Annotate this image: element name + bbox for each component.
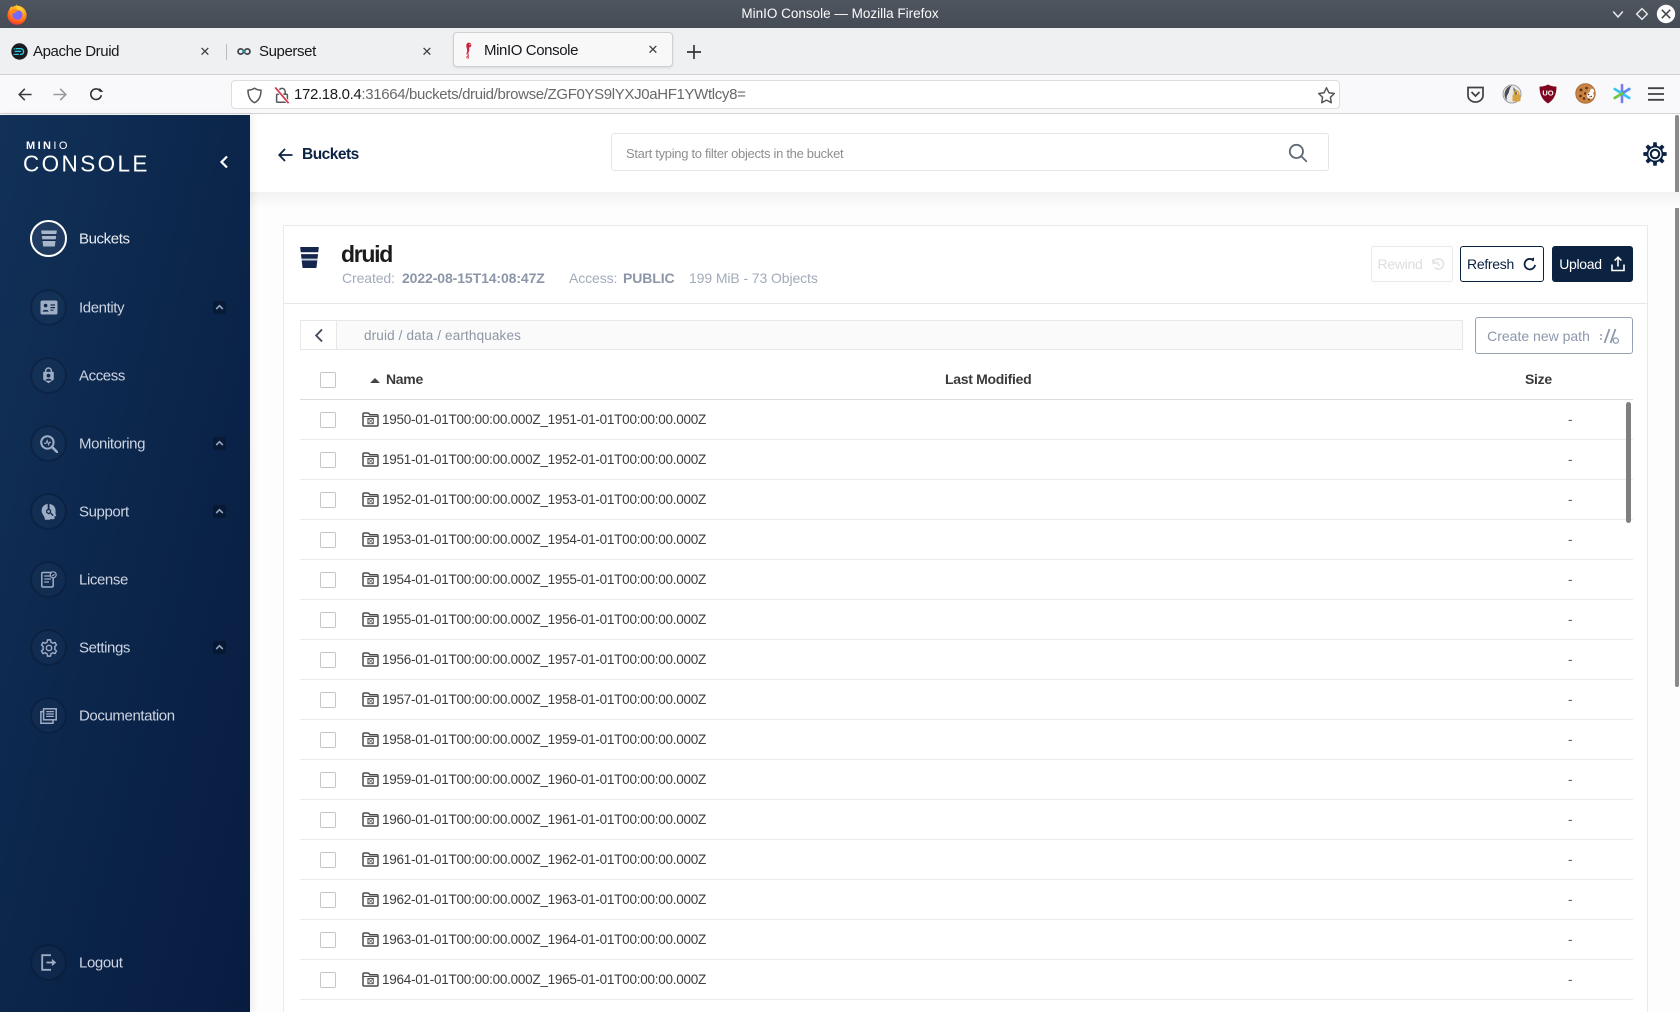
- svg-text:UO: UO: [1542, 89, 1553, 98]
